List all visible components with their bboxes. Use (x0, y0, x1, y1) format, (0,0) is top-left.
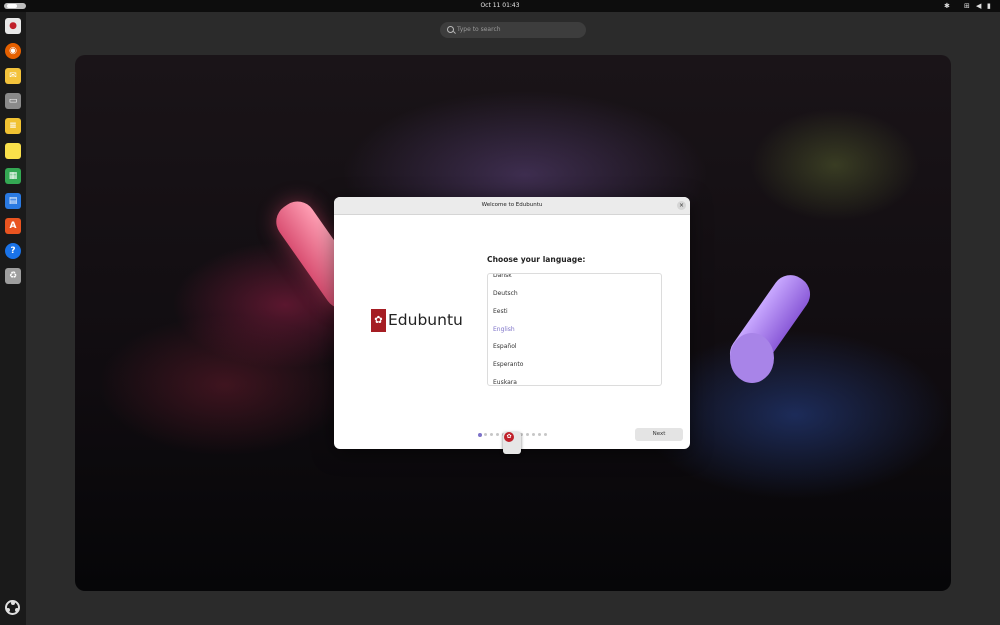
bluetooth-icon[interactable]: ✱ (944, 0, 950, 12)
edubuntu-logo-icon: ✿ (371, 309, 386, 332)
language-list[interactable]: Dansk Deutsch Eesti English Español Espe… (487, 273, 662, 386)
welcome-dialog[interactable]: Welcome to Edubuntu × ✿ Edubuntu Choose … (334, 197, 690, 449)
show-apps-button[interactable] (5, 600, 20, 615)
language-heading: Choose your language: (487, 255, 586, 264)
dragged-installer-icon[interactable]: ✿ (503, 432, 521, 454)
step-dot (496, 433, 499, 436)
step-dot (478, 432, 482, 437)
help-icon[interactable]: ? (5, 243, 21, 259)
dialog-title: Welcome to Edubuntu (481, 202, 543, 208)
edubuntu-installer-icon[interactable]: ● (5, 18, 21, 34)
language-item[interactable]: Eesti (493, 306, 508, 318)
network-icon[interactable]: ⊞ (964, 0, 970, 12)
next-button[interactable]: Next (635, 428, 683, 441)
writer-icon[interactable]: ▤ (5, 193, 21, 209)
dock: ● ◉ ✉ ▭ ≡ ▦ ▤ A ? ♻ (0, 12, 26, 625)
close-icon[interactable]: × (677, 201, 686, 210)
volume-icon[interactable]: ◀ (976, 0, 981, 12)
language-item[interactable]: Dansk (493, 274, 512, 282)
firefox-icon[interactable]: ◉ (5, 43, 21, 59)
language-item[interactable]: Esperanto (493, 359, 523, 371)
step-dot (484, 433, 487, 436)
step-dot (532, 433, 535, 436)
step-dot (538, 433, 541, 436)
clock[interactable]: Oct 11 01:43 (0, 0, 1000, 12)
software-center-icon[interactable]: A (5, 218, 21, 234)
search-input[interactable]: Type to search (440, 22, 586, 38)
top-bar: Oct 11 01:43 ✱ ⊞ ◀ ▮ (0, 0, 1000, 12)
mail-icon[interactable]: ✉ (5, 68, 21, 84)
trash-icon[interactable]: ♻ (5, 268, 21, 284)
step-dot (526, 433, 529, 436)
wallpaper-chalk-tip (730, 333, 774, 383)
search-placeholder: Type to search (457, 26, 501, 33)
brand-name: Edubuntu (388, 311, 463, 329)
edubuntu-badge-icon: ✿ (504, 432, 514, 442)
language-item[interactable]: Deutsch (493, 288, 518, 300)
language-item[interactable]: Euskara (493, 377, 517, 385)
step-dot (544, 433, 547, 436)
spreadsheet-icon[interactable]: ▦ (5, 168, 21, 184)
dialog-header[interactable]: Welcome to Edubuntu × (334, 197, 690, 215)
calculator-icon[interactable]: ≡ (5, 118, 21, 134)
language-item-selected[interactable]: English (493, 324, 515, 336)
battery-icon[interactable]: ▮ (987, 0, 991, 12)
files-icon[interactable]: ▭ (5, 93, 21, 109)
search-icon (447, 26, 454, 33)
notes-icon[interactable] (5, 143, 21, 159)
language-item[interactable]: Español (493, 341, 517, 353)
step-dot (490, 433, 493, 436)
